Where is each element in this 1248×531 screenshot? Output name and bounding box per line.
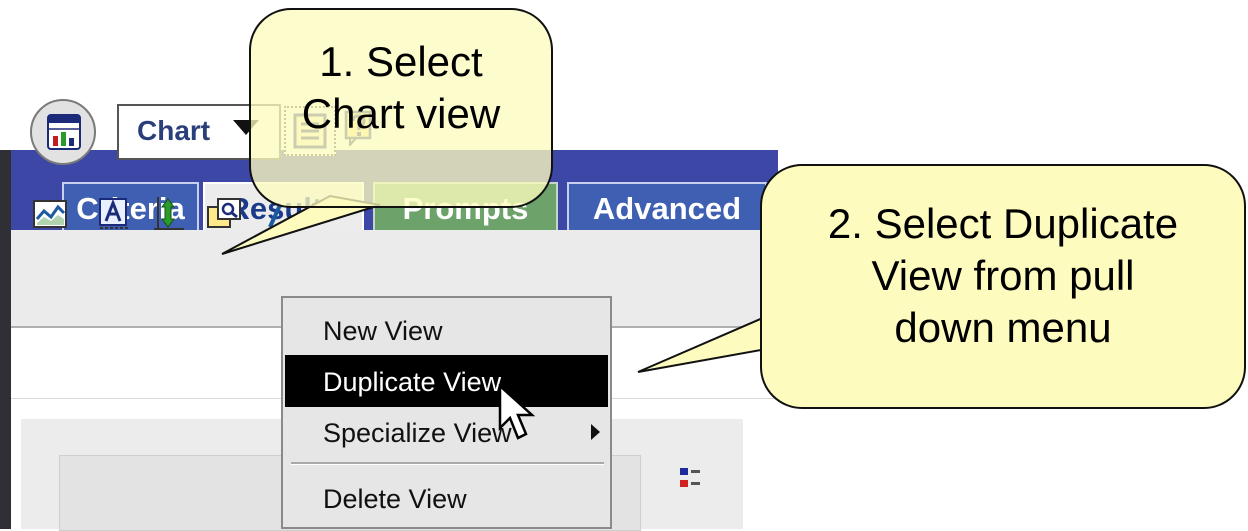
callout-step-2: 2. Select Duplicate View from pull down … xyxy=(760,164,1246,409)
callout-step-1: 1. Select Chart view xyxy=(249,8,553,208)
callout-step-2-line2: View from pull xyxy=(871,252,1135,299)
callout-step-1-line2: Chart view xyxy=(301,90,501,137)
callout-step-2-line3: down menu xyxy=(894,304,1112,351)
callout-step-2-line1: 2. Select Duplicate xyxy=(827,200,1179,247)
callout-step-1-line1: 1. Select xyxy=(319,38,483,85)
